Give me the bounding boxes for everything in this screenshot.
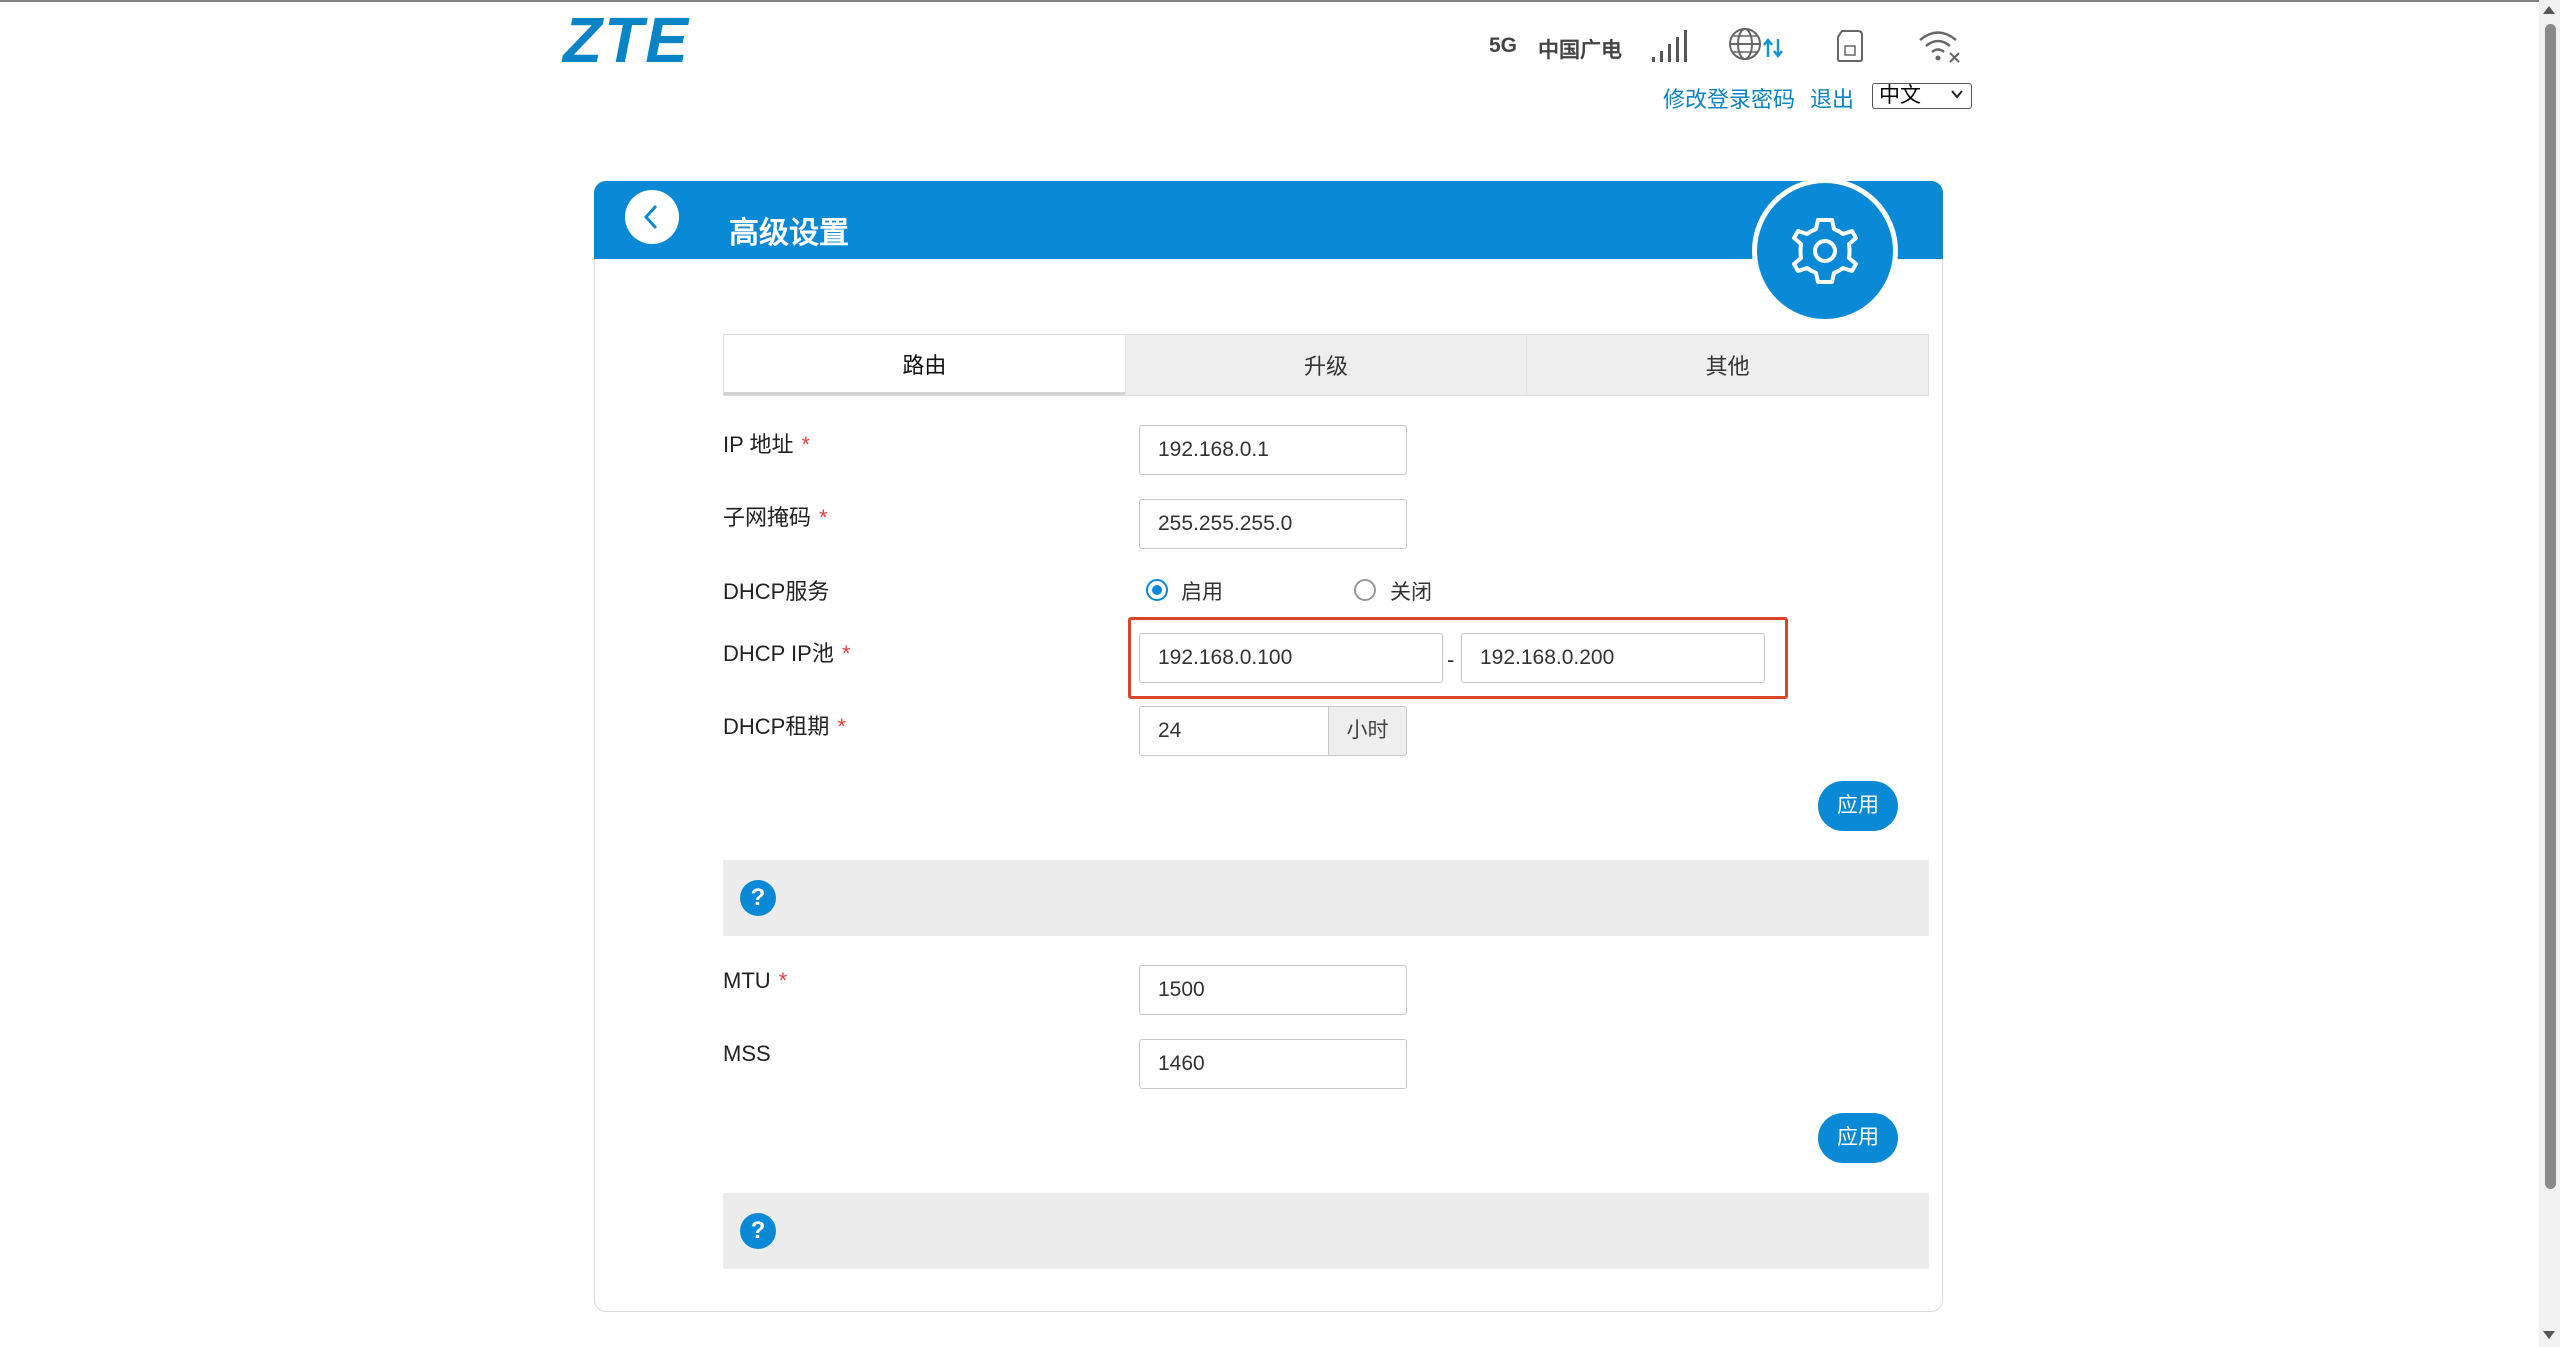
ip-address-input[interactable]: 192.168.0.1	[1139, 425, 1407, 475]
settings-tabs: 路由 升级 其他	[723, 334, 1929, 396]
settings-badge	[1752, 178, 1898, 324]
mtu-help-bar: ?	[723, 1193, 1929, 1269]
help-icon[interactable]: ?	[740, 1213, 776, 1249]
apply-mtu-button[interactable]: 应用	[1818, 1113, 1898, 1163]
scrollbar-thumb[interactable]	[2545, 24, 2556, 1189]
signal-strength-icon	[1652, 30, 1687, 62]
window-top-border	[0, 0, 2560, 2]
mss-label: MSS	[723, 1041, 771, 1066]
sim-card-icon	[1837, 30, 1863, 62]
wifi-disconnected-icon	[1919, 31, 1960, 63]
dhcp-pool-label: DHCP IP池 *	[723, 636, 850, 668]
required-marker: *	[778, 968, 788, 993]
subnet-mask-input[interactable]: 255.255.255.0	[1139, 499, 1407, 549]
subnet-mask-label: 子网掩码 *	[723, 500, 828, 532]
gear-icon	[1792, 218, 1858, 284]
required-marker: *	[841, 641, 851, 666]
apply-routing-button[interactable]: 应用	[1818, 781, 1898, 831]
mss-input[interactable]: 1460	[1139, 1039, 1407, 1089]
dhcp-lease-input[interactable]: 24	[1139, 706, 1329, 756]
mtu-input[interactable]: 1500	[1139, 965, 1407, 1015]
scroll-down-arrow[interactable]	[2543, 1331, 2555, 1339]
language-select-value: 中文	[1879, 84, 1921, 107]
network-type-label: 5G	[1489, 34, 1518, 57]
required-marker: *	[801, 432, 811, 457]
internet-globe-icon	[1729, 28, 1783, 60]
logout-link[interactable]: 退出	[1810, 82, 1854, 114]
page-title: 高级设置	[729, 217, 849, 250]
dhcp-enable-radio[interactable]	[1146, 579, 1168, 601]
dhcp-pool-label-text: DHCP IP池	[723, 641, 834, 666]
mtu-label: MTU *	[723, 968, 787, 994]
required-marker: *	[819, 505, 828, 530]
chevron-left-icon	[643, 204, 658, 230]
dhcp-disable-label[interactable]: 关闭	[1390, 576, 1432, 606]
tab-routing[interactable]: 路由	[724, 335, 1125, 395]
dhcp-lease-label-text: DHCP租期	[723, 714, 830, 739]
dhcp-lease-unit: 小时	[1329, 706, 1407, 756]
language-select[interactable]: 中文	[1872, 83, 1972, 109]
tab-upgrade[interactable]: 升级	[1124, 335, 1527, 395]
mtu-label-text: MTU	[723, 968, 771, 993]
operator-label: 中国广电	[1538, 39, 1622, 62]
chevron-down-icon	[1951, 90, 1963, 99]
dhcp-disable-radio[interactable]	[1354, 579, 1376, 601]
highlight-box	[1128, 617, 1788, 699]
subnet-mask-label-text: 子网掩码	[723, 505, 812, 530]
help-icon[interactable]: ?	[740, 880, 776, 916]
ip-address-label: IP 地址 *	[723, 427, 810, 459]
scroll-up-arrow[interactable]	[2543, 6, 2555, 14]
zte-logo: ZTE	[563, 4, 690, 76]
dhcp-lease-label: DHCP租期 *	[723, 709, 846, 741]
ip-address-label-text: IP 地址	[723, 432, 794, 457]
routing-help-bar: ?	[723, 860, 1929, 936]
required-marker: *	[837, 714, 846, 739]
dhcp-enable-label[interactable]: 启用	[1181, 576, 1223, 606]
back-button[interactable]	[625, 190, 679, 244]
change-password-link[interactable]: 修改登录密码	[1663, 82, 1795, 114]
dhcp-service-label: DHCP服务	[723, 579, 830, 604]
tab-other[interactable]: 其他	[1526, 335, 1929, 395]
